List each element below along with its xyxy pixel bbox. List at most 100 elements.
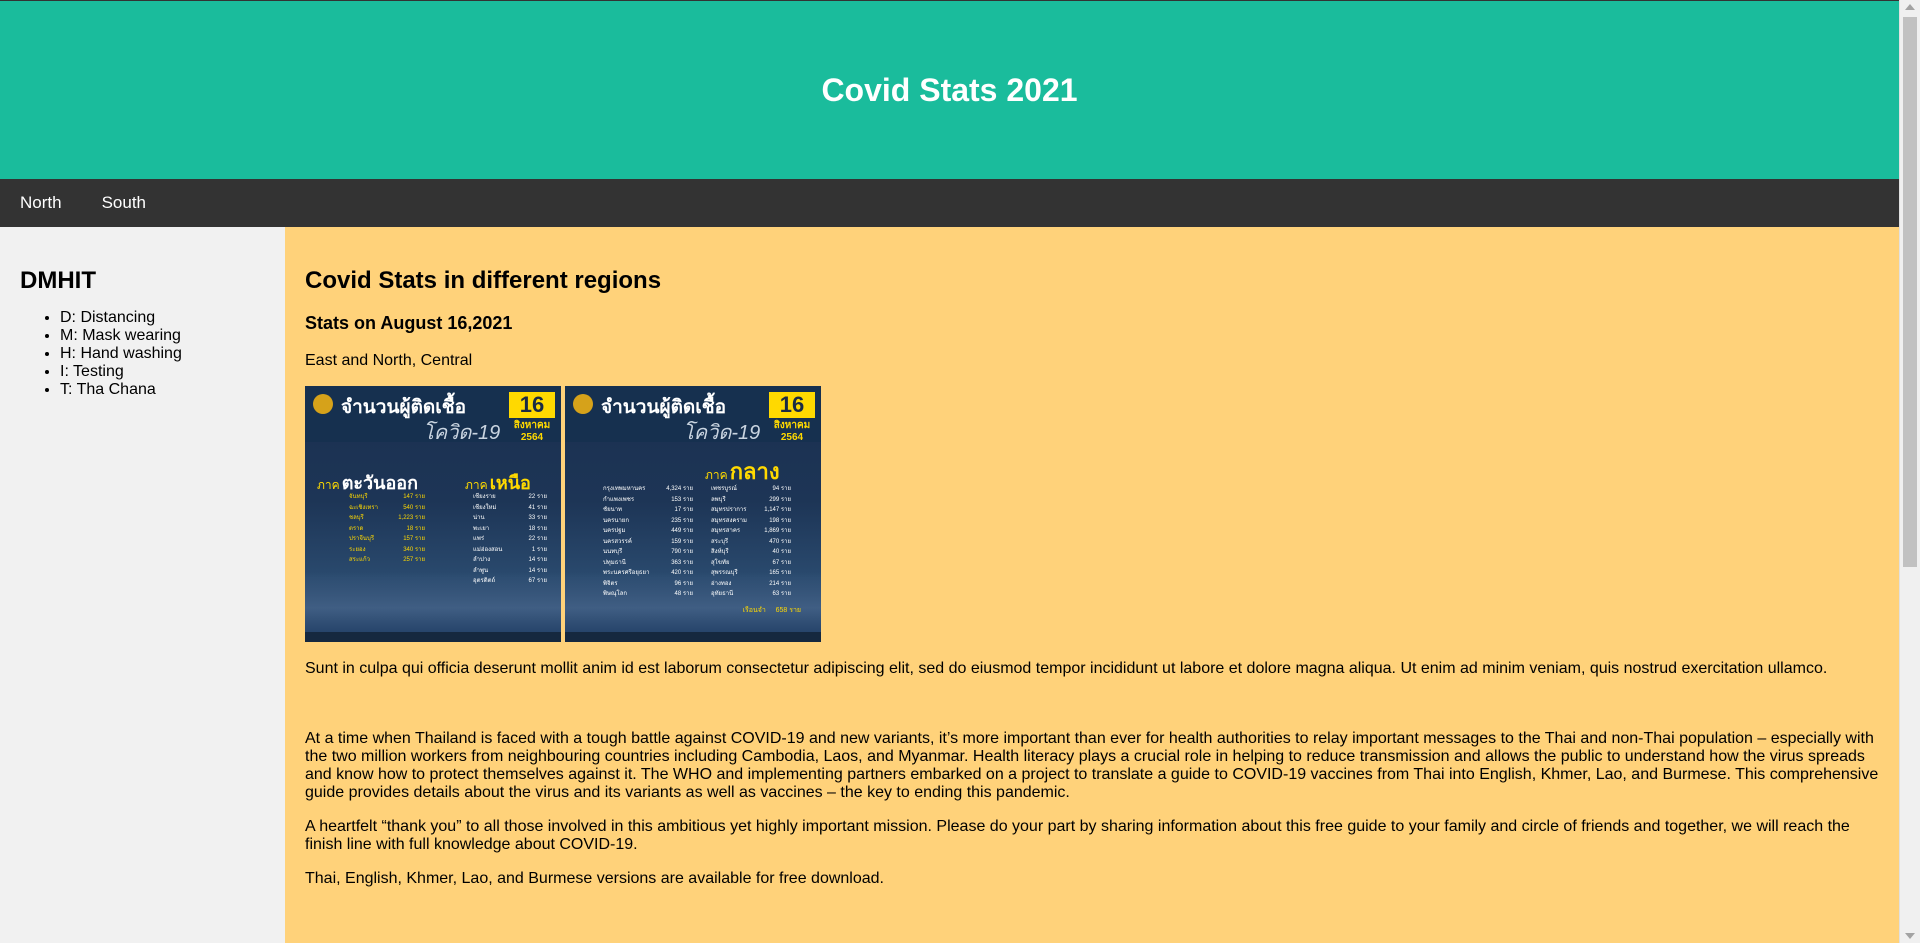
province-name: ระยอง bbox=[349, 546, 366, 553]
case-count: 449 ราย bbox=[671, 528, 693, 534]
case-count: 540 ราย bbox=[403, 504, 425, 511]
poster-month-year: สิงหาคม 2564 bbox=[509, 420, 555, 444]
case-count: 63 ราย bbox=[772, 591, 791, 597]
poster-rows-left: กรุงเทพมหานคร 4,324 ราย กำแพงเพชร 153 ราย ชั… bbox=[603, 484, 693, 600]
poster-row: สระบุรี 470 ราย bbox=[711, 537, 791, 548]
poster-row: กรุงเทพมหานคร 4,324 ราย bbox=[603, 484, 693, 495]
poster-row: จันทบุรี 147 ราย bbox=[349, 492, 425, 503]
poster-row: พิษณุโลก 48 ราย bbox=[603, 589, 693, 600]
total-value: 658 ราย bbox=[775, 607, 801, 614]
province-name: พิจิตร bbox=[603, 580, 618, 587]
province-name: นครนายก bbox=[603, 517, 629, 524]
main-content: Covid Stats in different regions Stats o… bbox=[285, 227, 1899, 943]
poster-row: พะเยา 18 ราย bbox=[473, 524, 547, 535]
region-name: เหนือ bbox=[489, 473, 531, 493]
total-label: เรือนจำ bbox=[742, 607, 766, 614]
poster-row: ชัยนาท 17 ราย bbox=[603, 505, 693, 516]
poster-row: อุตรดิตถ์ 67 ราย bbox=[473, 576, 547, 587]
province-name: กำแพงเพชร bbox=[603, 496, 635, 503]
case-count: 17 ราย bbox=[674, 507, 693, 513]
poster-row: น่าน 33 ราย bbox=[473, 513, 547, 524]
poster-row: อุทัยธานี 63 ราย bbox=[711, 589, 791, 600]
province-name: อุทัยธานี bbox=[711, 591, 734, 597]
poster-row: พิจิตร 96 ราย bbox=[603, 579, 693, 590]
poster-central: จำนวนผู้ติดเชื้อ โควิด-19 16 สิงหาคม 256… bbox=[565, 386, 821, 642]
region-prefix: ภาค bbox=[465, 478, 488, 492]
case-count: 18 ราย bbox=[406, 525, 425, 532]
poster-row: ลพบุรี 299 ราย bbox=[711, 495, 791, 506]
case-count: 299 ราย bbox=[769, 496, 791, 503]
nav-link-south[interactable]: South bbox=[82, 179, 166, 227]
province-name: จันทบุรี bbox=[349, 494, 368, 500]
thanks-paragraph: A heartfelt “thank you” to all those inv… bbox=[305, 818, 1850, 853]
poster-day: 16 bbox=[509, 392, 555, 418]
list-item: T: Tha Chana bbox=[60, 381, 265, 399]
province-name: ลำพูน bbox=[473, 567, 489, 574]
province-name: ลำปาง bbox=[473, 557, 491, 563]
case-count: 33 ราย bbox=[528, 515, 547, 521]
province-name: นครปฐม bbox=[603, 528, 626, 534]
case-count: 363 ราย bbox=[671, 559, 693, 566]
poster-subheading: โควิด-19 bbox=[683, 422, 761, 444]
province-name: อุตรดิตถ์ bbox=[473, 578, 496, 584]
poster-row: ลำปาง 14 ราย bbox=[473, 555, 547, 566]
province-name: สมุทรสาคร bbox=[711, 528, 741, 534]
poster-total: เรือนจำ 658 ราย bbox=[743, 605, 801, 616]
province-name: ปราจีนบุรี bbox=[349, 536, 375, 542]
poster-rows-left: จันทบุรี 147 ราย ฉะเชิงเทรา 540 รายชลบุรี 1,… bbox=[349, 492, 425, 566]
case-count: 14 ราย bbox=[528, 557, 547, 563]
case-count: 165 ราย bbox=[769, 570, 791, 576]
province-name: เชียงใหม่ bbox=[473, 504, 497, 511]
nav-link-north[interactable]: North bbox=[0, 179, 82, 227]
poster-row: ฉะเชิงเทรา 540 ราย bbox=[349, 503, 425, 514]
poster-row: เชียงราย 22 ราย bbox=[473, 492, 547, 503]
province-name: สิงห์บุรี bbox=[711, 549, 729, 555]
case-count: 94 ราย bbox=[772, 486, 791, 492]
list-item: D: Distancing bbox=[60, 309, 265, 327]
province-name: สระบุรี bbox=[711, 538, 729, 545]
region-name: ตะวันออก bbox=[341, 473, 418, 493]
date-heading: Stats on August 16,2021 bbox=[305, 313, 513, 333]
poster-row: สุพรรณบุรี 165 ราย bbox=[711, 568, 791, 579]
body-paragraph: At a time when Thailand is faced with a … bbox=[305, 730, 1879, 801]
province-name: สมุทรสงคราม bbox=[711, 517, 747, 524]
page-title: Covid Stats 2021 bbox=[821, 71, 1078, 108]
province-name: ชัยนาท bbox=[603, 507, 623, 513]
region-prefix: ภาค bbox=[317, 478, 340, 492]
case-count: 470 ราย bbox=[769, 538, 791, 545]
case-count: 67 ราย bbox=[772, 559, 791, 566]
poster-row: ลำพูน 14 ราย bbox=[473, 566, 547, 577]
poster-row: สระแก้ว 257 ราย bbox=[349, 555, 425, 566]
poster-row: ชลบุรี 1,223 ราย bbox=[349, 513, 425, 524]
poster-row: แพร่ 22 ราย bbox=[473, 534, 547, 545]
poster-rows-right: เชียงราย 22 ราย เชียงใหม่ 41 รายน่าน 33 รายพ… bbox=[473, 492, 547, 587]
poster-row: นนทบุรี 790 ราย bbox=[603, 547, 693, 558]
province-name: อ่างทอง bbox=[711, 580, 732, 587]
ministry-seal-icon bbox=[573, 394, 593, 414]
poster-subheading: โควิด-19 bbox=[423, 422, 501, 444]
case-count: 22 ราย bbox=[528, 494, 547, 500]
province-name: ฉะเชิงเทรา bbox=[349, 504, 378, 511]
poster-row: ตราด 18 ราย bbox=[349, 524, 425, 535]
province-name: สมุทรปราการ bbox=[711, 507, 747, 513]
poster-row: เชียงใหม่ 41 ราย bbox=[473, 503, 547, 514]
poster-row: ปราจีนบุรี 157 ราย bbox=[349, 534, 425, 545]
download-paragraph: Thai, English, Khmer, Lao, and Burmese v… bbox=[305, 870, 884, 887]
poster-row: แม่ฮ่องสอน 1 ราย bbox=[473, 545, 547, 556]
vertical-scrollbar[interactable] bbox=[1899, 0, 1920, 943]
sidebar-list: D: Distancing M: Mask wearing H: Hand wa… bbox=[20, 309, 265, 399]
poster-east-north: จำนวนผู้ติดเชื้อ โควิด-19 16 สิงหาคม 256… bbox=[305, 386, 561, 642]
province-name: ลพบุรี bbox=[711, 496, 726, 503]
poster-footer bbox=[305, 632, 561, 642]
province-name: สุโขทัย bbox=[711, 559, 730, 566]
scrollbar-thumb[interactable] bbox=[1903, 17, 1917, 567]
poster-day: 16 bbox=[769, 392, 815, 418]
poster-row: อ่างทอง 214 ราย bbox=[711, 579, 791, 590]
poster-row: พระนครศรีอยุธยา 420 ราย bbox=[603, 568, 693, 579]
case-count: 1,223 ราย bbox=[398, 515, 425, 521]
scroll-down-icon[interactable] bbox=[1905, 933, 1915, 939]
province-name: นนทบุรี bbox=[603, 549, 623, 555]
scroll-up-icon[interactable] bbox=[1905, 4, 1915, 10]
case-count: 41 ราย bbox=[528, 504, 547, 511]
